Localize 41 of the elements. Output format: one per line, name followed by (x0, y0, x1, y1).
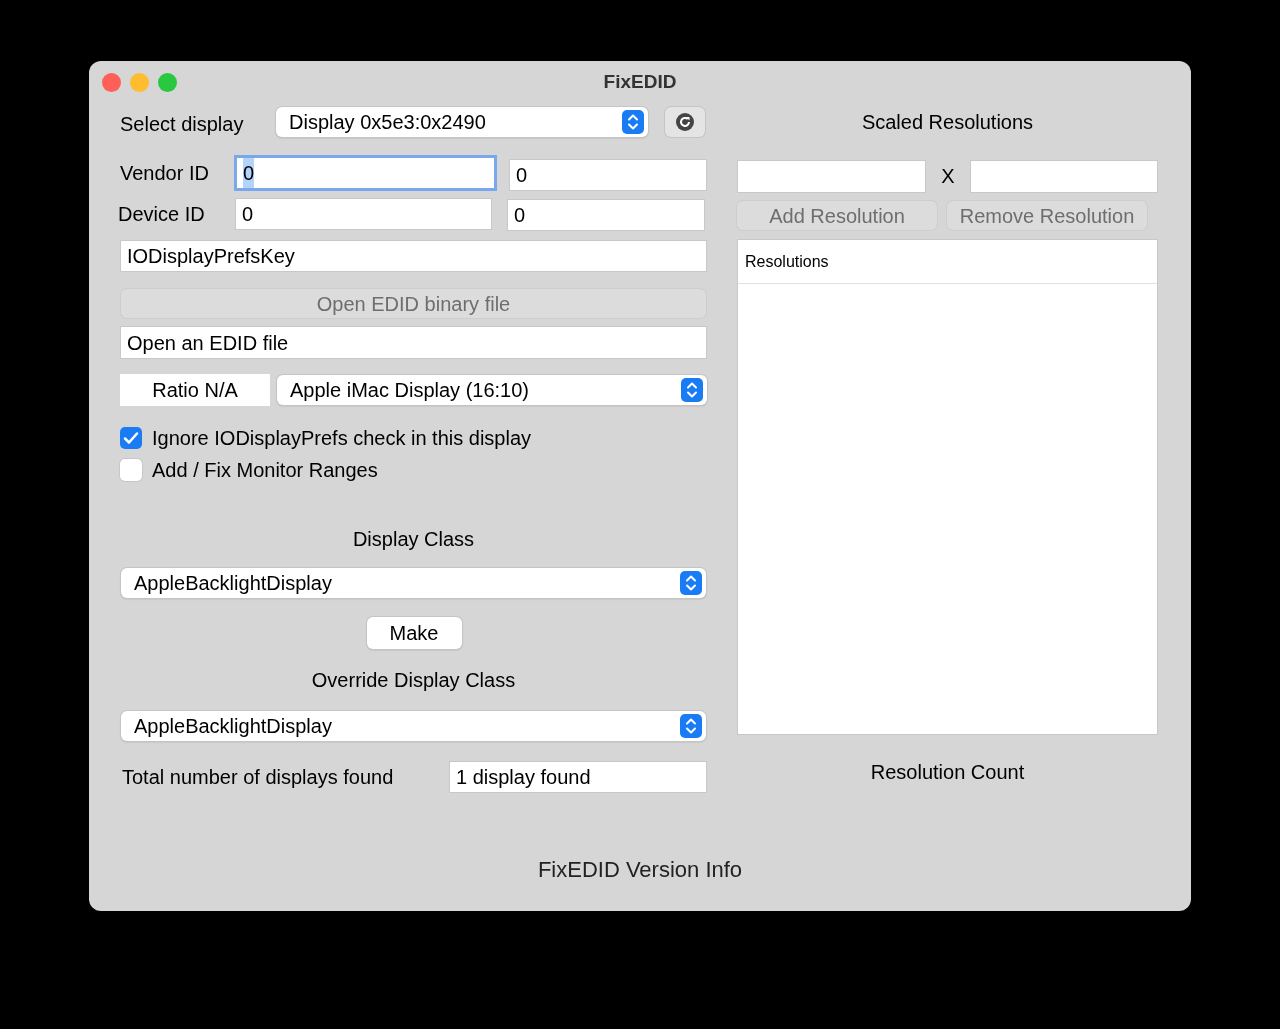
text-field[interactable]: 0 (507, 199, 705, 231)
chevron-icon (681, 378, 703, 402)
text-field[interactable] (970, 159, 1158, 193)
checkmark-icon (123, 431, 139, 445)
checkbox[interactable] (120, 459, 142, 481)
dropdown[interactable]: AppleBacklightDisplay (121, 711, 706, 741)
text-field[interactable]: 0 (234, 155, 497, 191)
column-header[interactable]: Resolutions (745, 249, 829, 274)
override-class-label: Override Display Class (310, 668, 517, 693)
ratio-label: Ratio N/A (120, 374, 270, 406)
dropdown[interactable]: AppleBacklightDisplay (121, 568, 706, 598)
zoom-button[interactable] (158, 72, 177, 92)
text-field[interactable]: Open an EDID file (120, 326, 707, 359)
dropdown[interactable]: Apple iMac Display (16:10) (277, 375, 707, 405)
vendor-id-label: Vendor ID (120, 161, 210, 186)
text-field[interactable]: 0 (235, 198, 492, 230)
text-field[interactable] (737, 159, 926, 193)
chevron-icon (680, 571, 702, 595)
scaled-resolutions-title: Scaled Resolutions (860, 110, 1035, 135)
text-field[interactable]: IODisplayPrefsKey (120, 240, 707, 272)
window-title: FixEDID (603, 69, 677, 94)
checkbox-label: Ignore IODisplayPrefs check in this display (152, 426, 532, 451)
close-button[interactable] (102, 72, 121, 92)
checkbox[interactable] (120, 427, 142, 449)
chevron-icon (680, 714, 702, 738)
checkbox-label: Add / Fix Monitor Ranges (152, 458, 378, 483)
by-separator: X (940, 164, 956, 189)
refresh-button[interactable] (665, 107, 705, 137)
refresh-icon (675, 112, 695, 132)
push-button[interactable]: Make (366, 617, 462, 649)
text-field[interactable]: 0 (509, 159, 707, 191)
display-class-label: Display Class (351, 527, 476, 552)
minimize-button[interactable] (130, 72, 149, 92)
select-display-label: Select display (120, 112, 245, 137)
resolution-count-label: Resolution Count (869, 760, 1026, 785)
device-id-label: Device ID (118, 202, 206, 227)
dropdown[interactable]: Display 0x5e3:0x2490 (276, 107, 648, 137)
total-displays-label: Total number of displays found (121, 765, 395, 790)
version-info-label: FixEDID Version Info (536, 856, 744, 884)
text-field[interactable]: 1 display found (449, 761, 707, 793)
chevron-icon (622, 110, 644, 134)
